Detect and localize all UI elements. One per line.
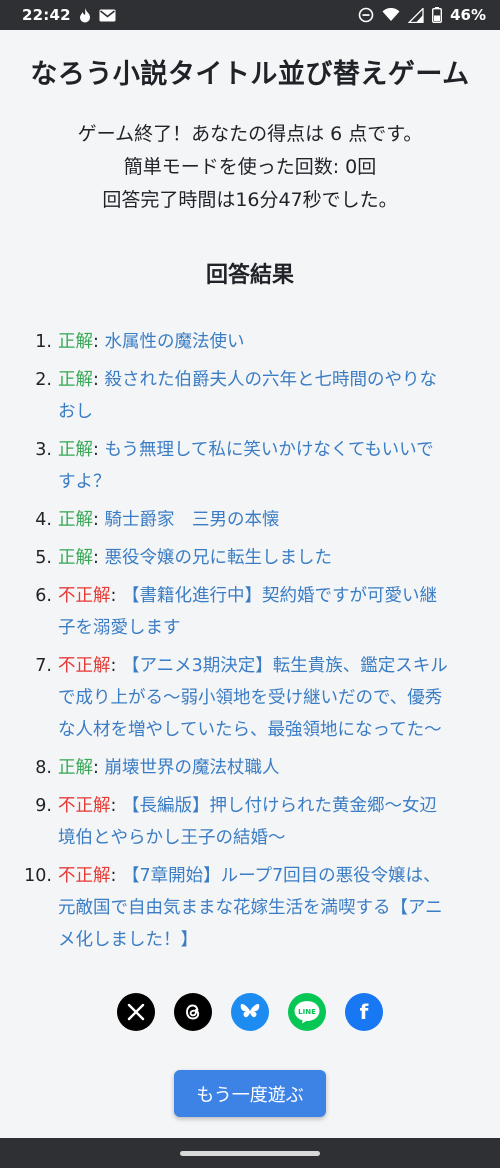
result-item: 6. 不正解: 【書籍化進行中】契約婚ですが可愛い継子を溺愛します <box>0 580 500 644</box>
result-item: 10. 不正解: 【7章開始】ループ7回目の悪役令嬢は、元敵国で自由気ままな花嫁生… <box>0 860 500 956</box>
result-verdict: 正解 <box>58 332 93 352</box>
result-number: 1. <box>35 332 52 352</box>
result-number: 2. <box>35 370 52 390</box>
mail-icon <box>99 9 116 22</box>
results-list: 1. 正解: 水属性の魔法使い 2. 正解: 殺された伯爵夫人の六年と七時間のやりなお… <box>0 326 500 962</box>
navigation-bar <box>0 1138 500 1168</box>
share-buttons: LINE f <box>0 993 500 1031</box>
result-title: 崩壊世界の魔法杖職人 <box>104 758 280 778</box>
result-item: 4. 正解: 騎士爵家 三男の本懐 <box>0 504 500 536</box>
page-title: なろう小説タイトル並び替えゲーム <box>30 59 470 90</box>
result-number: 4. <box>35 510 52 530</box>
home-gesture-handle[interactable] <box>180 1150 320 1156</box>
score-summary: ゲーム終了！あなたの得点は 6 点です。 簡単モードを使った回数: 0回 回答完… <box>0 118 500 217</box>
result-verdict: 正解 <box>58 510 93 530</box>
result-item: 8. 正解: 崩壊世界の魔法杖職人 <box>0 752 500 784</box>
result-verdict: 不正解 <box>58 586 111 606</box>
result-separator: : <box>93 510 105 530</box>
result-number: 9. <box>35 796 52 816</box>
result-separator: : <box>110 796 122 816</box>
x-logo-icon <box>127 1003 145 1021</box>
line-logo-text: LINE <box>298 1008 316 1016</box>
result-item: 9. 不正解: 【長編版】押し付けられた黄金郷～女辺境伯とやらかし王子の結婚～ <box>0 790 500 854</box>
share-bluesky-button[interactable] <box>231 993 269 1031</box>
result-separator: : <box>110 656 122 676</box>
battery-percent: 46% <box>450 6 486 24</box>
result-verdict: 不正解 <box>58 656 111 676</box>
flame-icon <box>79 7 91 23</box>
signal-icon <box>408 7 424 23</box>
result-item: 7. 不正解: 【アニメ3期決定】転生貴族、鑑定スキルで成り上がる～弱小領地を受け… <box>0 650 500 746</box>
result-separator: : <box>93 440 105 460</box>
result-separator: : <box>110 586 122 606</box>
result-number: 8. <box>35 758 52 778</box>
result-verdict: 不正解 <box>58 796 111 816</box>
result-body: 不正解: 【長編版】押し付けられた黄金郷～女辺境伯とやらかし王子の結婚～ <box>58 790 448 854</box>
status-time: 22:42 <box>22 6 71 24</box>
share-threads-button[interactable] <box>174 993 212 1031</box>
result-verdict: 正解 <box>58 758 93 778</box>
result-separator: : <box>93 332 105 352</box>
result-item: 2. 正解: 殺された伯爵夫人の六年と七時間のやりなおし <box>0 364 500 428</box>
status-bar: 22:42 46% <box>0 0 500 30</box>
result-number: 3. <box>35 440 52 460</box>
result-item: 5. 正解: 悪役令嬢の兄に転生しました <box>0 542 500 574</box>
result-body: 正解: 崩壊世界の魔法杖職人 <box>58 752 448 784</box>
result-body: 正解: 殺された伯爵夫人の六年と七時間のやりなおし <box>58 364 448 428</box>
facebook-logo-icon: f <box>359 1000 369 1024</box>
result-title: もう無理して私に笑いかけなくてもいいですよ？ <box>58 440 434 492</box>
result-verdict: 正解 <box>58 370 93 390</box>
do-not-disturb-icon <box>358 7 374 23</box>
result-item: 1. 正解: 水属性の魔法使い <box>0 326 500 358</box>
results-heading: 回答結果 <box>205 263 294 288</box>
share-facebook-button[interactable]: f <box>345 993 383 1031</box>
share-x-button[interactable] <box>117 993 155 1031</box>
status-left: 22:42 <box>22 6 116 24</box>
result-body: 正解: 悪役令嬢の兄に転生しました <box>58 542 448 574</box>
result-verdict: 不正解 <box>58 866 111 886</box>
result-verdict: 正解 <box>58 548 93 568</box>
result-body: 不正解: 【7章開始】ループ7回目の悪役令嬢は、元敵国で自由気ままな花嫁生活を満… <box>58 860 448 956</box>
result-number: 10. <box>24 866 52 886</box>
status-right: 46% <box>358 6 486 24</box>
result-separator: : <box>93 758 105 778</box>
play-again-button[interactable]: もう一度遊ぶ <box>174 1070 326 1117</box>
result-title: 水属性の魔法使い <box>104 332 245 352</box>
result-title: 殺された伯爵夫人の六年と七時間のやりなおし <box>58 370 437 422</box>
result-separator: : <box>110 866 122 886</box>
game-result-screen: なろう小説タイトル並び替えゲーム ゲーム終了！あなたの得点は 6 点です。 簡単… <box>0 30 500 1138</box>
time-line: 回答完了時間は16分47秒でした。 <box>102 189 398 211</box>
result-title: 騎士爵家 三男の本懐 <box>104 510 280 530</box>
result-body: 正解: 騎士爵家 三男の本懐 <box>58 504 448 536</box>
threads-logo-icon <box>183 1002 203 1022</box>
result-separator: : <box>93 548 105 568</box>
result-body: 不正解: 【書籍化進行中】契約婚ですが可愛い継子を溺愛します <box>58 580 448 644</box>
result-body: 正解: もう無理して私に笑いかけなくてもいいですよ？ <box>58 434 448 498</box>
wifi-icon <box>382 8 400 22</box>
battery-icon <box>432 7 443 23</box>
result-number: 5. <box>35 548 52 568</box>
easy-mode-line: 簡単モードを使った回数: 0回 <box>123 156 377 178</box>
result-verdict: 正解 <box>58 440 93 460</box>
bluesky-butterfly-icon <box>239 1002 261 1022</box>
result-body: 正解: 水属性の魔法使い <box>58 326 448 358</box>
result-number: 6. <box>35 586 52 606</box>
share-line-button[interactable]: LINE <box>288 993 326 1031</box>
result-item: 3. 正解: もう無理して私に笑いかけなくてもいいですよ？ <box>0 434 500 498</box>
result-body: 不正解: 【アニメ3期決定】転生貴族、鑑定スキルで成り上がる～弱小領地を受け継い… <box>58 650 448 746</box>
result-number: 7. <box>35 656 52 676</box>
score-line: ゲーム終了！あなたの得点は 6 点です。 <box>77 123 423 145</box>
result-title: 悪役令嬢の兄に転生しました <box>104 548 332 568</box>
result-separator: : <box>93 370 105 390</box>
